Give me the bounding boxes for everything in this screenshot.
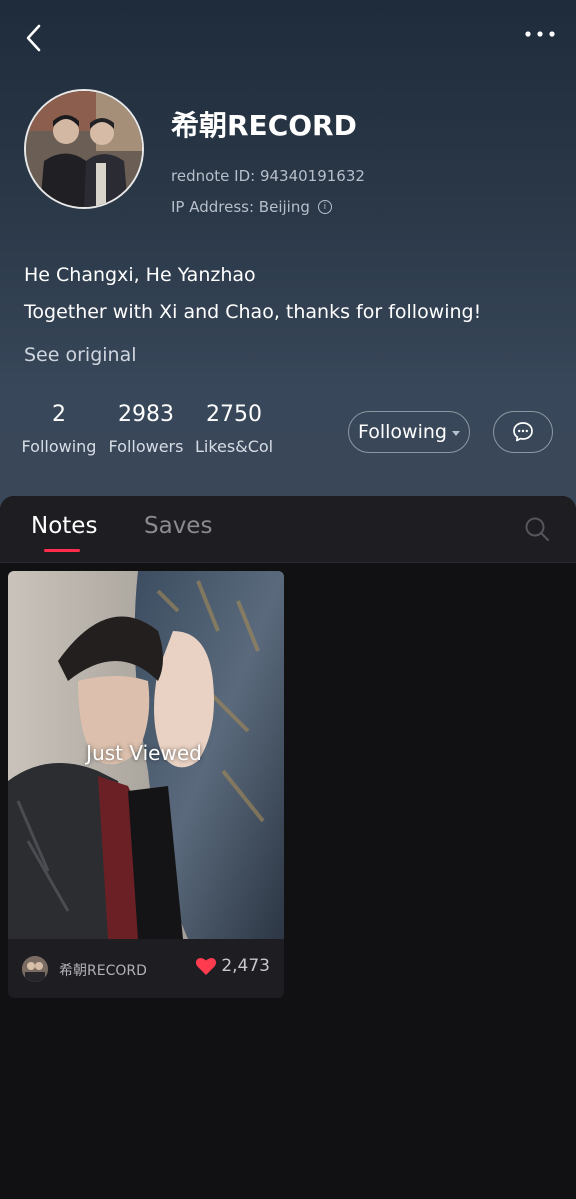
profile-header: 希朝RECORD rednote ID: 94340191632 IP Addr… <box>0 0 576 520</box>
profile-name: 希朝RECORD <box>171 109 357 142</box>
stat-label: Following <box>21 437 97 456</box>
see-original-link[interactable]: See original <box>24 344 137 366</box>
stat-label: Likes&Col <box>195 437 274 456</box>
tab-notes[interactable]: Notes <box>31 513 97 539</box>
search-icon[interactable] <box>524 516 550 542</box>
stat-value: 2750 <box>206 402 262 427</box>
stat-value: 2983 <box>118 402 174 427</box>
following-button[interactable]: Following <box>348 411 470 453</box>
caret-down-icon <box>451 431 460 436</box>
avatar[interactable] <box>24 89 144 209</box>
avatar-photo <box>26 91 142 207</box>
following-button-label: Following <box>358 421 447 443</box>
active-tab-indicator <box>44 549 80 552</box>
content-panel: Notes Saves Just Viewed 希朝RECORD 2,473 <box>0 496 576 1199</box>
more-dots-icon <box>525 31 555 37</box>
rednote-id: rednote ID: 94340191632 <box>171 167 365 185</box>
author-avatar[interactable] <box>22 956 48 982</box>
author-avatar-photo <box>22 956 48 982</box>
ip-address-text: IP Address: Beijing <box>171 198 310 216</box>
ip-address: IP Address: Beijing i <box>171 198 332 216</box>
stat-followers[interactable]: 2983 Followers <box>108 402 184 456</box>
stat-value: 2 <box>52 402 66 427</box>
more-button[interactable] <box>520 18 560 50</box>
tab-saves[interactable]: Saves <box>144 513 212 539</box>
heart-icon <box>196 957 217 975</box>
message-button[interactable] <box>493 411 553 453</box>
back-button[interactable] <box>16 18 52 58</box>
note-author[interactable]: 希朝RECORD <box>59 960 147 980</box>
like-count: 2,473 <box>221 956 270 976</box>
note-card[interactable]: Just Viewed 希朝RECORD 2,473 <box>8 571 284 998</box>
chat-bubble-icon <box>513 422 533 442</box>
just-viewed-label: Just Viewed <box>86 741 202 765</box>
stat-likes-collections[interactable]: 2750 Likes&Col <box>195 402 273 456</box>
back-arrow-icon <box>26 24 41 52</box>
bio-line-1: He Changxi, He Yanzhao <box>24 264 256 286</box>
note-card-footer: 希朝RECORD 2,473 <box>8 939 284 998</box>
stat-label: Followers <box>108 437 184 456</box>
like-button[interactable]: 2,473 <box>195 956 270 976</box>
bio-line-2: Together with Xi and Chao, thanks for fo… <box>24 301 482 323</box>
stat-following[interactable]: 2 Following <box>20 402 98 456</box>
tab-bar: Notes Saves <box>0 496 576 563</box>
info-icon[interactable]: i <box>317 200 332 214</box>
